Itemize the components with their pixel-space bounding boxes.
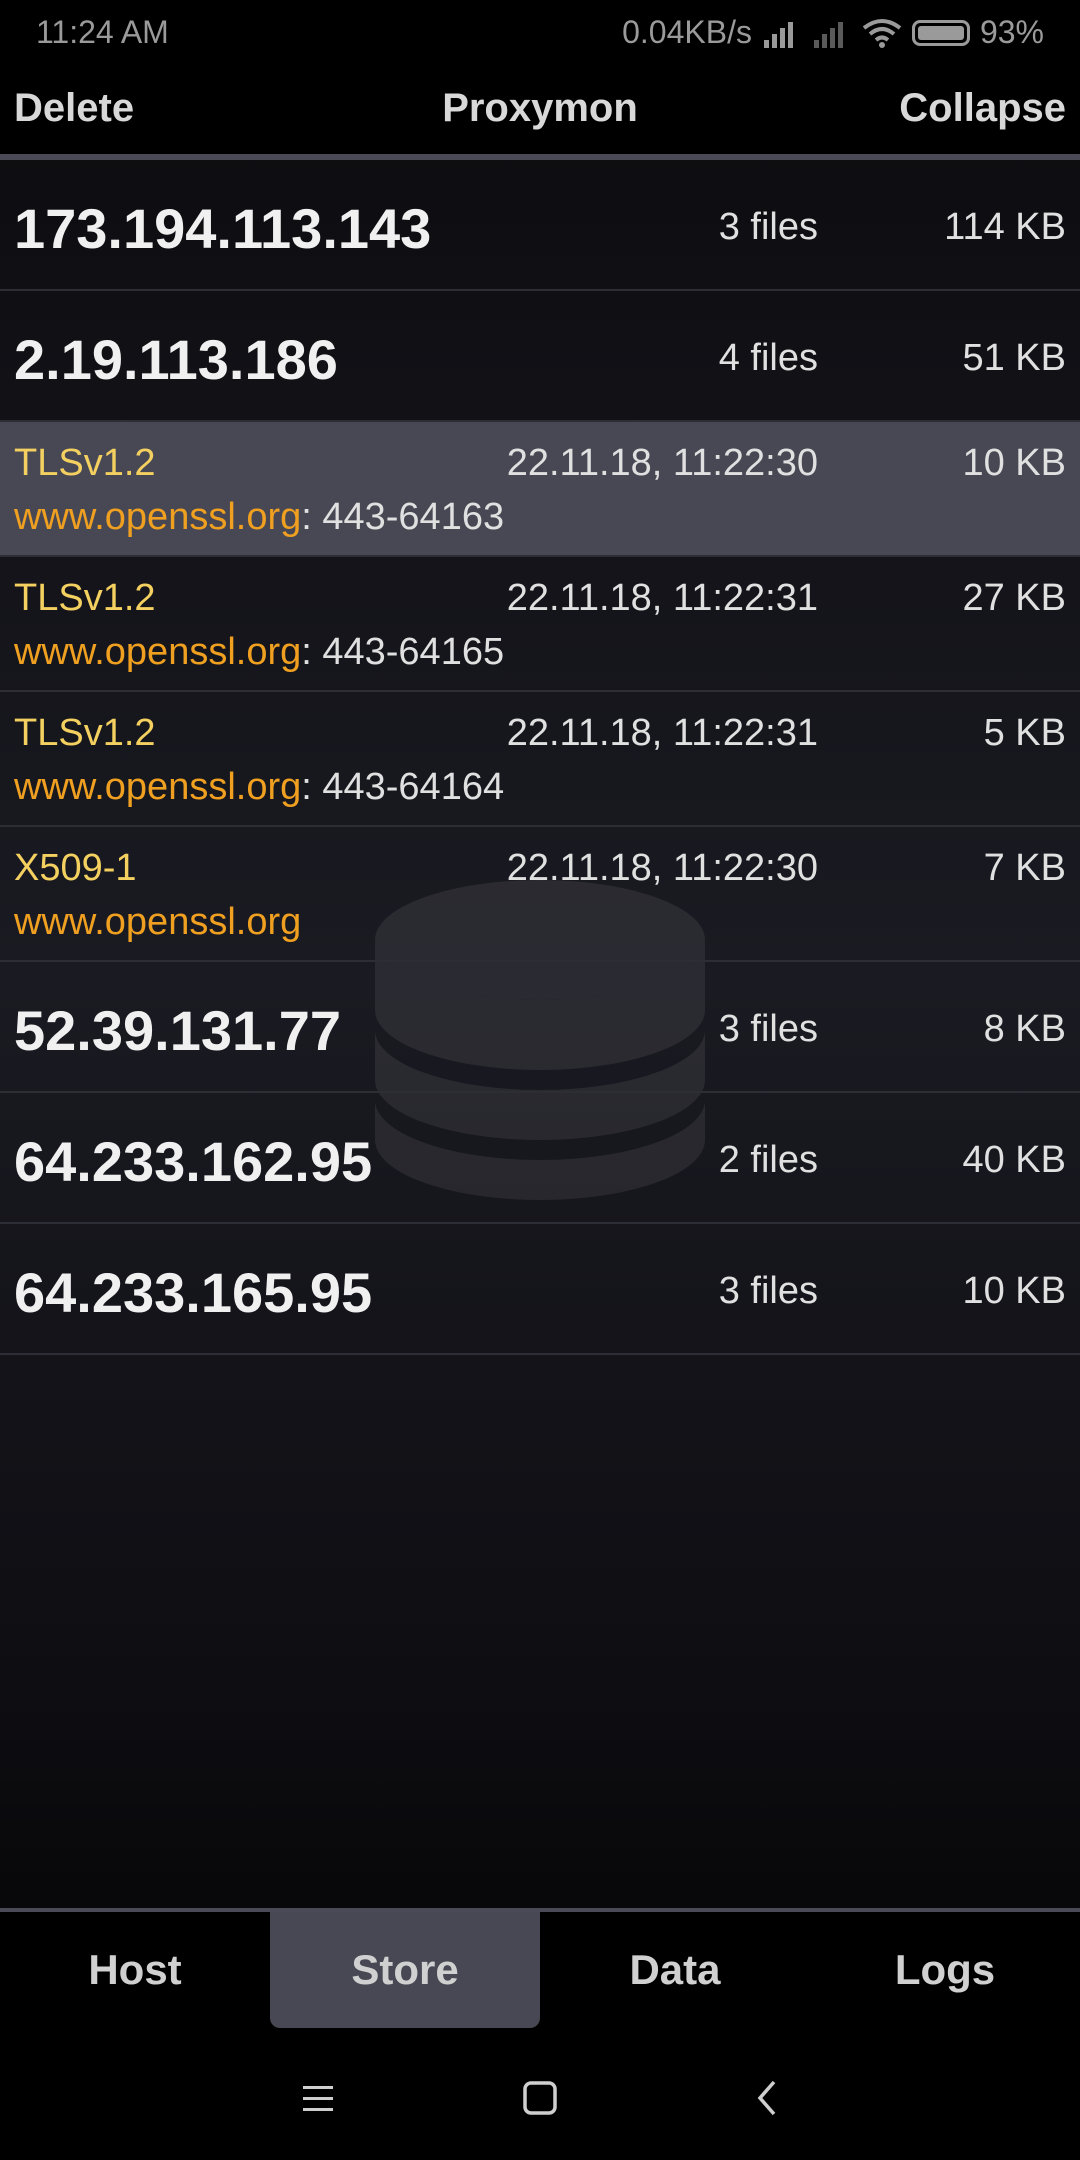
host-file-count: 3 files [718, 1008, 818, 1050]
host-file-count: 3 files [718, 206, 818, 248]
top-bar: Delete Proxymon Collapse [0, 66, 1080, 160]
back-icon[interactable] [738, 2068, 798, 2128]
host-ip: 173.194.113.143 [14, 197, 432, 260]
file-port: : 443-64163 [301, 496, 505, 538]
file-timestamp: 22.11.18, 11:22:30 [506, 442, 818, 484]
file-size: 5 KB [983, 712, 1066, 754]
file-port: : 443-64164 [301, 766, 505, 808]
app-root: 11:24 AM 0.04KB/s 93% Delete Proxymon Co… [0, 0, 1080, 2160]
host-row[interactable]: 173.194.113.143 3 files 114 KB [0, 160, 1080, 291]
file-domain: www.openssl.org [14, 901, 302, 943]
host-size: 51 KB [962, 337, 1066, 379]
wifi-icon [862, 18, 902, 48]
signal-icon [763, 21, 793, 48]
status-icons: 0.04KB/s 93% [622, 14, 1044, 51]
file-size: 10 KB [962, 442, 1066, 484]
file-protocol: TLSv1.2 [14, 712, 156, 754]
bottom-tab-bar: Host Store Data Logs [0, 1908, 1080, 2032]
host-ip: 64.233.165.95 [14, 1261, 373, 1324]
host-row[interactable]: 64.233.162.95 2 files 40 KB [0, 1093, 1080, 1224]
host-file-count: 3 files [718, 1270, 818, 1312]
host-size: 40 KB [962, 1139, 1066, 1181]
network-speed: 0.04KB/s [622, 14, 752, 50]
file-hostname: www.openssl.org: 443-64164 [14, 766, 504, 809]
file-port: : 443-64165 [301, 631, 505, 673]
file-size: 7 KB [983, 847, 1066, 889]
file-protocol: X509-1 [14, 847, 137, 889]
host-size: 114 KB [944, 206, 1066, 248]
host-row[interactable]: 64.233.165.95 3 files 10 KB [0, 1224, 1080, 1355]
signal-2-icon [813, 21, 843, 48]
file-row[interactable]: TLSv1.2 22.11.18, 11:22:31 5 KB www.open… [0, 692, 1080, 827]
battery-percent: 93% [979, 14, 1044, 50]
tab-store[interactable]: Store [270, 1912, 540, 2028]
file-hostname: www.openssl.org: 443-64165 [14, 631, 504, 674]
collapse-button[interactable]: Collapse [899, 86, 1066, 131]
tab-data[interactable]: Data [540, 1912, 810, 2028]
host-file-count: 4 files [718, 337, 818, 379]
menu-icon[interactable] [288, 2068, 348, 2128]
file-row[interactable]: X509-1 22.11.18, 11:22:30 7 KB www.opens… [0, 827, 1080, 962]
file-hostname: www.openssl.org: 443-64163 [14, 496, 504, 539]
file-row[interactable]: TLSv1.2 22.11.18, 11:22:31 27 KB www.ope… [0, 557, 1080, 692]
system-nav-bar [0, 2028, 1080, 2160]
host-row[interactable]: 2.19.113.186 4 files 51 KB [0, 291, 1080, 422]
file-timestamp: 22.11.18, 11:22:31 [506, 577, 818, 619]
store-list: 173.194.113.143 3 files 114 KB 2.19.113.… [0, 160, 1080, 1355]
host-size: 8 KB [983, 1008, 1066, 1050]
host-ip: 52.39.131.77 [14, 999, 341, 1062]
status-bar: 11:24 AM 0.04KB/s 93% [0, 0, 1080, 66]
file-domain: www.openssl.org [14, 766, 302, 808]
host-size: 10 KB [962, 1270, 1066, 1312]
file-domain: www.openssl.org [14, 496, 302, 538]
battery-icon [911, 19, 970, 46]
host-row[interactable]: 52.39.131.77 3 files 8 KB [0, 962, 1080, 1093]
home-icon[interactable] [510, 2068, 570, 2128]
file-timestamp: 22.11.18, 11:22:31 [506, 712, 818, 754]
tab-logs[interactable]: Logs [810, 1912, 1080, 2028]
file-row[interactable]: TLSv1.2 22.11.18, 11:22:30 10 KB www.ope… [0, 422, 1080, 557]
file-protocol: TLSv1.2 [14, 442, 156, 484]
file-hostname: www.openssl.org [14, 901, 301, 944]
tab-host[interactable]: Host [0, 1912, 270, 2028]
file-domain: www.openssl.org [14, 631, 302, 673]
file-timestamp: 22.11.18, 11:22:30 [506, 847, 818, 889]
status-time: 11:24 AM [36, 14, 169, 50]
host-ip: 64.233.162.95 [14, 1130, 373, 1193]
host-file-count: 2 files [718, 1139, 818, 1181]
file-size: 27 KB [962, 577, 1066, 619]
file-protocol: TLSv1.2 [14, 577, 156, 619]
host-ip: 2.19.113.186 [14, 328, 338, 391]
